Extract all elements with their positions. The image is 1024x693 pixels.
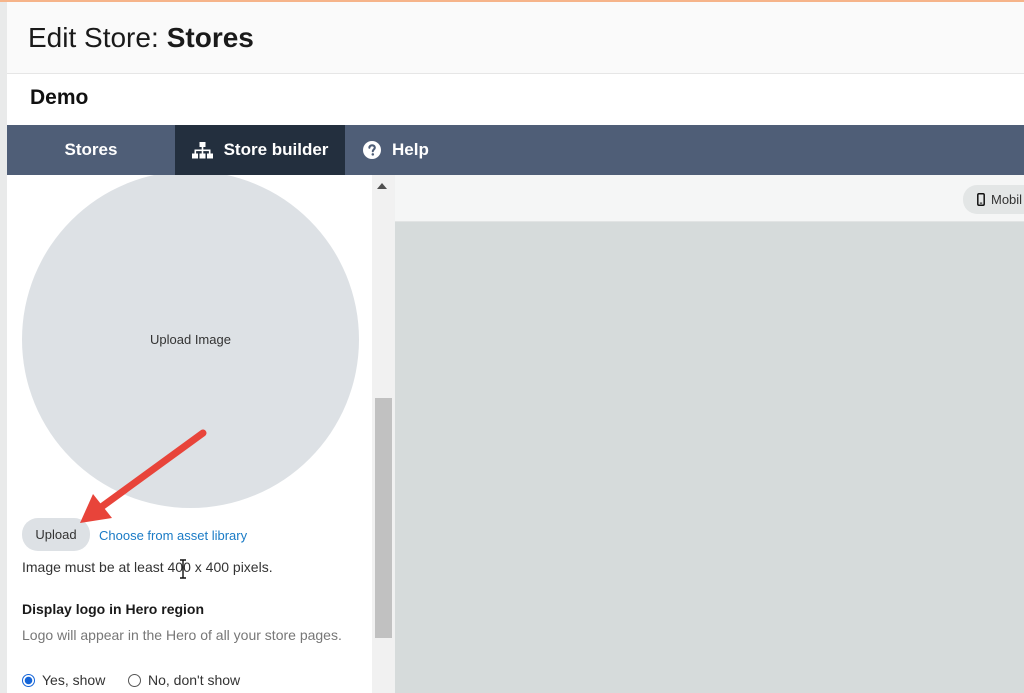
preview-toolbar	[395, 175, 1024, 222]
logo-settings-panel: Upload Image Upload Choose from asset li…	[7, 175, 372, 693]
radio-yes-indicator[interactable]	[22, 673, 35, 687]
left-gutter	[0, 2, 7, 693]
tab-store-builder[interactable]: Store builder	[175, 125, 345, 175]
page-title: Edit Store: Stores	[28, 21, 254, 55]
display-logo-heading: Display logo in Hero region	[22, 601, 205, 617]
tab-store-builder-label: Store builder	[223, 140, 329, 159]
upload-button[interactable]: Upload	[22, 518, 90, 551]
store-subheader: Demo	[7, 74, 1024, 125]
page-header: Edit Store: Stores	[7, 2, 1024, 74]
image-requirement-text: Image must be at least 400 x 400 pixels.	[22, 559, 273, 575]
radio-no-label: No, don't show	[148, 672, 241, 688]
tab-stores[interactable]: Stores	[7, 125, 175, 175]
choose-asset-library-link[interactable]: Choose from asset library	[99, 528, 247, 543]
radio-no-indicator[interactable]	[128, 673, 141, 687]
mobile-phone-icon	[977, 193, 985, 206]
scrollbar-thumb[interactable]	[375, 398, 392, 638]
text-cursor-icon	[180, 559, 186, 579]
tab-help[interactable]: Help	[361, 125, 429, 175]
mobile-view-toggle[interactable]: Mobil	[963, 185, 1024, 214]
store-preview-canvas	[395, 222, 1024, 693]
radio-yes-show[interactable]: Yes, show	[22, 672, 105, 688]
upload-image-label: Upload Image	[150, 332, 231, 347]
sitemap-icon	[191, 141, 213, 158]
radio-yes-label: Yes, show	[42, 672, 106, 688]
scroll-up-arrow-icon[interactable]	[377, 183, 387, 189]
page-title-store: Stores	[166, 22, 254, 53]
tab-help-label: Help	[392, 140, 429, 159]
question-circle-icon	[363, 141, 381, 159]
page-title-prefix: Edit Store:	[28, 22, 159, 53]
display-logo-description: Logo will appear in the Hero of all your…	[22, 627, 342, 643]
mobile-view-label: Mobil	[991, 192, 1023, 207]
radio-no-show[interactable]: No, don't show	[128, 672, 240, 688]
tab-stores-label: Stores	[64, 140, 118, 159]
store-name: Demo	[30, 86, 89, 109]
store-navbar: Stores Store builder Help	[7, 125, 1024, 175]
upload-image-dropzone[interactable]: Upload Image	[22, 175, 359, 508]
